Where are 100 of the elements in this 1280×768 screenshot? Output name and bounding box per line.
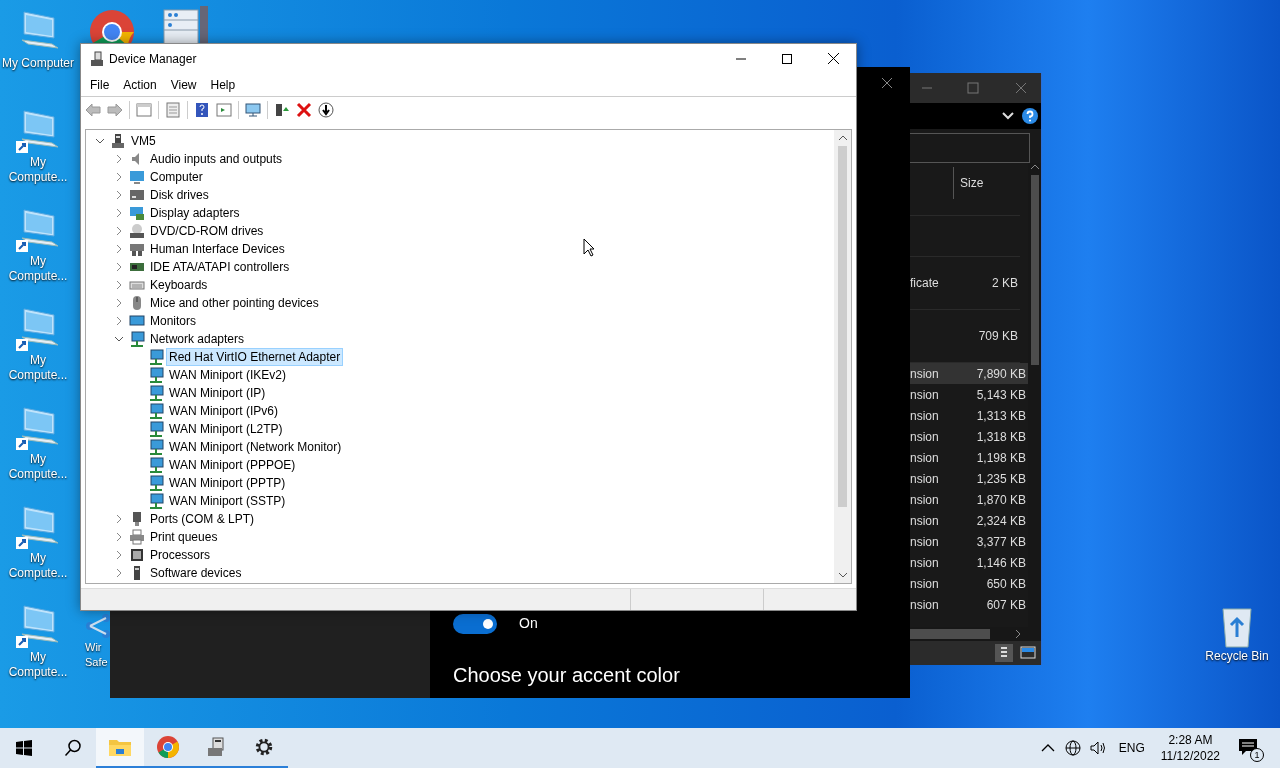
network-icon	[148, 349, 164, 365]
notification-icon[interactable]	[1238, 737, 1258, 757]
clock[interactable]: 2:28 AM 11/12/2022	[1160, 732, 1220, 764]
file-size: 1,198 KB	[976, 449, 1026, 467]
close-icon	[827, 53, 839, 64]
file-row[interactable]: nsion 7,890 KB	[910, 363, 1028, 384]
tree-item[interactable]: Processors	[148, 547, 213, 563]
search-icon[interactable]	[64, 739, 82, 757]
tree-item[interactable]: Keyboards	[148, 277, 210, 293]
download-icon[interactable]	[318, 102, 334, 118]
file-type: nsion	[910, 407, 939, 425]
tree-item[interactable]: VM5	[129, 133, 158, 149]
preview-view-icon[interactable]	[1019, 644, 1037, 662]
update-driver-icon[interactable]	[274, 102, 290, 118]
file-row[interactable]: nsion 1,235 KB	[910, 468, 1028, 489]
file-size: 709 KB	[978, 328, 1018, 345]
close-icon[interactable]	[1015, 82, 1027, 94]
network-share-icon[interactable]	[84, 612, 112, 640]
tree-item[interactable]: WAN Miniport (IKEv2)	[167, 367, 288, 383]
file-row[interactable]: nsion 1,146 KB	[910, 552, 1028, 573]
tree-item[interactable]: Print queues	[148, 529, 220, 545]
panel-icon[interactable]	[216, 102, 232, 118]
file-size: 1,235 KB	[976, 470, 1026, 488]
scan-monitor-icon[interactable]	[245, 102, 261, 118]
file-row[interactable]: nsion 2,324 KB	[910, 510, 1028, 531]
back-arrow-icon[interactable]	[85, 102, 101, 118]
globe-icon[interactable]	[1064, 740, 1081, 756]
tree-item[interactable]: WAN Miniport (IP)	[167, 385, 268, 401]
file-row[interactable]: nsion 1,313 KB	[910, 405, 1028, 426]
file-type: nsion	[910, 428, 939, 446]
file-type: nsion	[910, 554, 939, 572]
file-size: 2,324 KB	[976, 512, 1026, 530]
file-row[interactable]: nsion 607 KB	[910, 594, 1028, 615]
drive-icon	[129, 187, 145, 203]
chevron-up-icon[interactable]	[1040, 743, 1055, 753]
tree-item[interactable]: Human Interface Devices	[148, 241, 287, 257]
scroll-up-icon[interactable]	[837, 134, 848, 142]
network-icon	[148, 457, 164, 473]
language-indicator[interactable]: ENG	[1118, 739, 1145, 757]
file-type: nsion	[910, 470, 939, 488]
scroll-up-icon[interactable]	[1029, 163, 1040, 171]
column-header[interactable]: Size	[954, 174, 984, 192]
tree-item[interactable]: Disk drives	[148, 187, 211, 203]
scroll-right-icon[interactable]	[1014, 629, 1022, 639]
tree-item[interactable]: WAN Miniport (PPTP)	[167, 475, 288, 491]
scrollbar[interactable]	[834, 130, 851, 583]
tree-item[interactable]: WAN Miniport (SSTP)	[167, 493, 288, 509]
computer-tower-icon	[110, 133, 126, 149]
printer-icon	[129, 529, 145, 545]
properties-icon[interactable]	[165, 102, 181, 118]
menu-item[interactable]: Action	[116, 74, 164, 95]
tree-item[interactable]: WAN Miniport (PPPOE)	[167, 457, 298, 473]
tree-item[interactable]: WAN Miniport (IPv6)	[167, 403, 280, 419]
server-icon[interactable]	[162, 6, 210, 44]
file-type: nsion	[910, 365, 939, 383]
tree-item[interactable]: DVD/CD-ROM drives	[148, 223, 266, 239]
tree-item[interactable]: Audio inputs and outputs	[148, 151, 285, 167]
menu-item[interactable]: File	[83, 74, 117, 95]
maximize-icon[interactable]	[967, 82, 979, 94]
file-type: nsion	[910, 575, 939, 593]
chevron-down-icon[interactable]	[1002, 111, 1014, 121]
toggle-label: On	[519, 614, 538, 633]
tree-item[interactable]: Monitors	[148, 313, 198, 329]
tree-item[interactable]: WAN Miniport (L2TP)	[167, 421, 285, 437]
desktop-icon-label[interactable]: Recycle Bin	[1205, 649, 1269, 664]
tree-item[interactable]: Network adapters	[148, 331, 247, 347]
help-icon[interactable]	[194, 102, 210, 118]
file-row[interactable]: nsion 1,198 KB	[910, 447, 1028, 468]
file-row[interactable]: nsion 1,318 KB	[910, 426, 1028, 447]
file-row[interactable]: nsion 3,377 KB	[910, 531, 1028, 552]
forward-arrow-icon[interactable]	[107, 102, 123, 118]
file-row[interactable]: nsion 5,143 KB	[910, 384, 1028, 405]
file-row[interactable]: nsion 650 KB	[910, 573, 1028, 594]
maximize-icon	[782, 53, 792, 64]
tree-item[interactable]: Ports (COM & LPT)	[148, 511, 256, 527]
tree-item[interactable]: WAN Miniport (Network Monitor)	[167, 439, 344, 455]
tree-item[interactable]: Mice and other pointing devices	[148, 295, 321, 311]
window-icon[interactable]	[136, 102, 152, 118]
tree-item[interactable]: IDE ATA/ATAPI controllers	[148, 259, 292, 275]
tree-item[interactable]: Red Hat VirtIO Ethernet Adapter	[167, 349, 343, 365]
file-row[interactable]: nsion 1,870 KB	[910, 489, 1028, 510]
network-icon	[129, 331, 145, 347]
close-icon[interactable]	[881, 77, 893, 89]
network-icon	[148, 367, 164, 383]
menu-item[interactable]: Help	[203, 74, 243, 95]
delete-icon[interactable]	[296, 102, 312, 118]
search-field[interactable]	[910, 133, 1030, 163]
start-icon[interactable]	[16, 740, 32, 756]
toggle-switch[interactable]	[453, 613, 497, 634]
scroll-down-icon[interactable]	[837, 571, 848, 579]
browser-icon	[156, 735, 180, 759]
speaker-icon[interactable]	[1088, 740, 1107, 756]
tree-item[interactable]: Software devices	[148, 565, 244, 581]
file-type: nsion	[910, 533, 939, 551]
details-view-icon[interactable]	[995, 644, 1013, 662]
notification-badge: 1	[1250, 748, 1264, 762]
tree-item[interactable]: Display adapters	[148, 205, 242, 221]
help-icon[interactable]	[1022, 108, 1038, 124]
menu-item[interactable]: View	[163, 74, 204, 95]
tree-item[interactable]: Computer	[148, 169, 205, 185]
